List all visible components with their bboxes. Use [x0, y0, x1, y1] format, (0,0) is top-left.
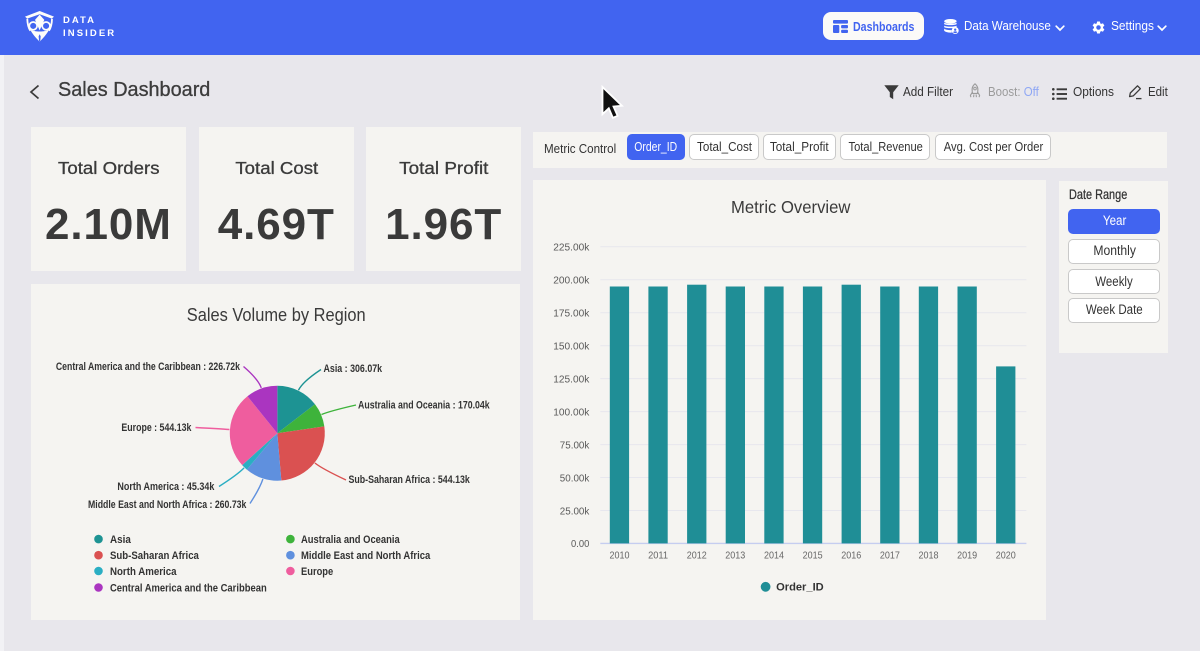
svg-text:2018: 2018: [919, 550, 939, 562]
svg-text:2014: 2014: [764, 550, 784, 562]
svg-text:125.00k: 125.00k: [553, 374, 590, 385]
svg-text:Central America and the Caribb: Central America and the Caribbean: [110, 582, 267, 594]
svg-text:2020: 2020: [996, 550, 1016, 562]
svg-text:Europe : 544.13k: Europe : 544.13k: [122, 422, 193, 434]
svg-text:North America: North America: [110, 566, 177, 578]
svg-text:Metric Overview: Metric Overview: [731, 197, 851, 217]
svg-text:Middle East and North Africa :: Middle East and North Africa : 260.73k: [88, 499, 247, 511]
svg-text:Australia and Oceania: Australia and Oceania: [301, 534, 400, 546]
svg-text:2011: 2011: [648, 550, 668, 562]
svg-text:25.00k: 25.00k: [560, 506, 590, 517]
svg-text:Sub-Saharan Africa : 544.13k: Sub-Saharan Africa : 544.13k: [349, 474, 471, 486]
svg-text:Australia and Oceania : 170.04: Australia and Oceania : 170.04k: [358, 399, 490, 411]
svg-text:2013: 2013: [725, 550, 745, 562]
svg-text:2017: 2017: [880, 550, 900, 562]
svg-text:0.00: 0.00: [571, 539, 590, 550]
svg-text:75.00k: 75.00k: [560, 440, 590, 451]
svg-text:Sales Volume by Region: Sales Volume by Region: [187, 305, 366, 325]
svg-text:2010: 2010: [610, 550, 630, 562]
svg-text:2012: 2012: [687, 550, 707, 562]
svg-text:Europe: Europe: [301, 566, 333, 578]
svg-text:175.00k: 175.00k: [553, 309, 590, 320]
svg-text:200.00k: 200.00k: [553, 276, 590, 287]
svg-text:Sub-Saharan Africa: Sub-Saharan Africa: [110, 550, 200, 562]
svg-text:2019: 2019: [957, 550, 977, 562]
svg-text:100.00k: 100.00k: [553, 407, 590, 418]
svg-text:2015: 2015: [803, 550, 823, 562]
svg-text:Order_ID: Order_ID: [776, 581, 824, 593]
svg-text:Middle East and North Africa: Middle East and North Africa: [301, 550, 431, 562]
svg-text:North America : 45.34k: North America : 45.34k: [118, 481, 216, 493]
svg-text:Central America and the Caribb: Central America and the Caribbean : 226.…: [56, 361, 241, 373]
svg-text:150.00k: 150.00k: [553, 342, 590, 353]
svg-text:225.00k: 225.00k: [553, 243, 590, 254]
svg-text:Asia : 306.07k: Asia : 306.07k: [324, 363, 383, 375]
svg-text:Asia: Asia: [110, 534, 132, 546]
svg-text:2016: 2016: [841, 550, 861, 562]
svg-text:50.00k: 50.00k: [560, 473, 590, 484]
